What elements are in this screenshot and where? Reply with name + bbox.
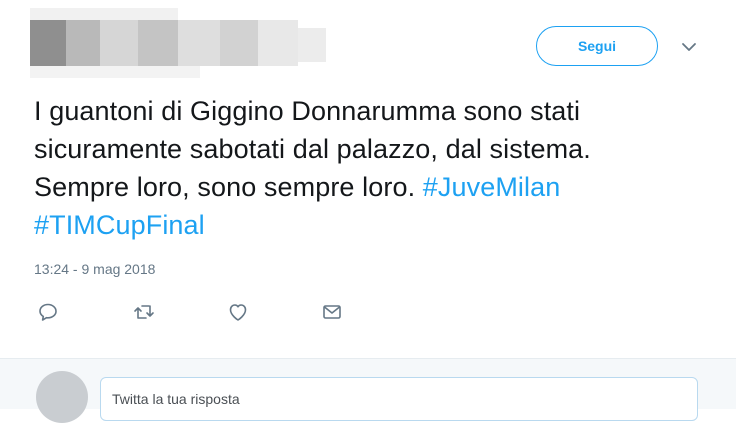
- redacted-author-info: [30, 8, 326, 78]
- tweet-text-line-4: #TIMCupFinal: [34, 206, 724, 244]
- reply-icon[interactable]: [36, 300, 60, 324]
- chevron-down-icon[interactable]: [680, 38, 698, 56]
- tweet-text-line-1: I guantoni di Giggino Donnarumma sono st…: [34, 96, 581, 126]
- direct-message-icon[interactable]: [320, 300, 344, 324]
- tweet-card: Segui I guantoni di Giggino Donnarumma s…: [0, 0, 736, 358]
- tweet-text: I guantoni di Giggino Donnarumma sono st…: [34, 92, 724, 244]
- tweet-text-line-2: sicuramente sabotati dal palazzo, dal si…: [34, 134, 591, 164]
- reply-bar: Twitta la tua risposta: [0, 358, 736, 423]
- tweet-text-line-3-text: Sempre loro, sono sempre loro.: [34, 172, 423, 202]
- follow-button[interactable]: Segui: [536, 26, 658, 66]
- tweet-timestamp[interactable]: 13:24 - 9 mag 2018: [34, 261, 155, 277]
- like-icon[interactable]: [226, 300, 250, 324]
- reply-input[interactable]: Twitta la tua risposta: [100, 377, 698, 421]
- avatar: [36, 371, 88, 423]
- tweet-text-line-3: Sempre loro, sono sempre loro. #JuveMila…: [34, 168, 724, 206]
- retweet-icon[interactable]: [132, 300, 156, 324]
- hashtag-link-timcupfinal[interactable]: #TIMCupFinal: [34, 210, 205, 240]
- hashtag-link-juvemilan[interactable]: #JuveMilan: [423, 172, 561, 202]
